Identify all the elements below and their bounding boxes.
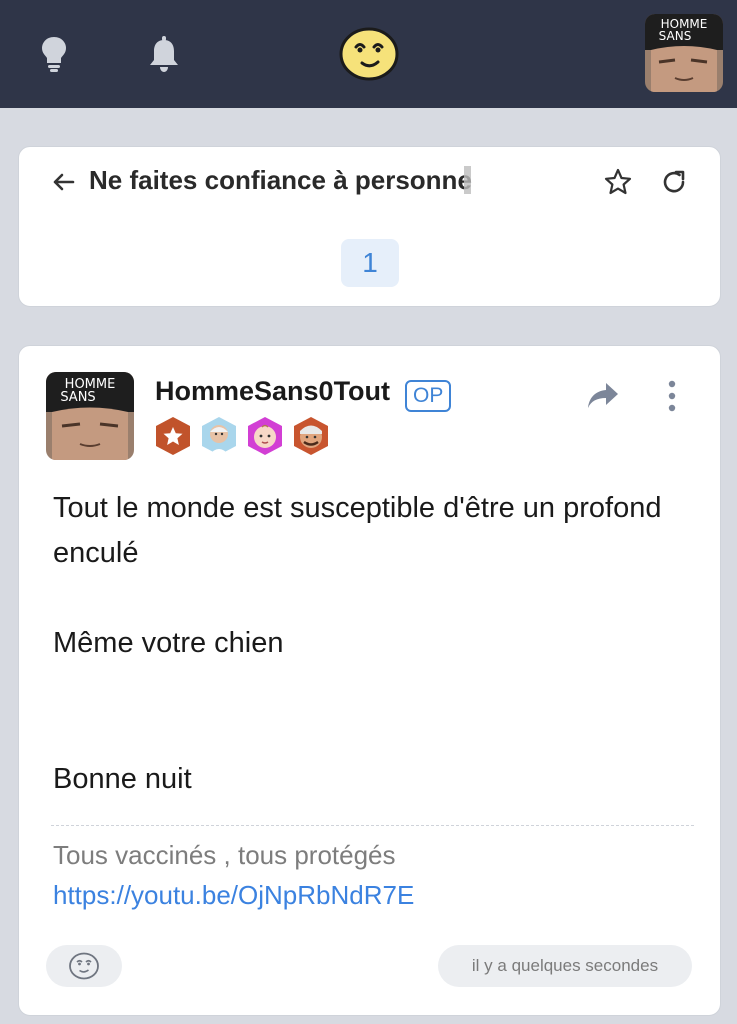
face-badge-icon	[291, 416, 331, 456]
signature-link[interactable]: https://youtu.be/OjNpRbNdR7E	[53, 880, 414, 911]
post-paragraph: Bonne nuit	[53, 763, 192, 795]
bell-icon[interactable]	[144, 32, 184, 76]
op-badge: OP	[405, 380, 452, 412]
back-arrow-icon[interactable]	[49, 167, 79, 197]
avatar-cap-text-2: SANS	[659, 29, 692, 43]
top-navigation-bar: HOMME SANS	[0, 0, 737, 108]
baby-badge-icon	[245, 416, 285, 456]
share-icon[interactable]	[585, 380, 621, 412]
refresh-icon[interactable]	[659, 167, 689, 197]
topic-title-wrapper: Ne faites confiance à personne	[89, 165, 472, 196]
author-avatar[interactable]: HOMME SANS	[46, 372, 134, 460]
more-options-icon[interactable]	[659, 378, 685, 414]
post-paragraph: Même votre chien	[53, 627, 284, 659]
post-paragraph: Tout le monde est susceptible d'être un …	[53, 492, 662, 569]
text-cursor	[463, 166, 471, 194]
post-timestamp: il y a quelques secondes	[438, 945, 692, 987]
star-icon[interactable]	[603, 167, 633, 197]
smiley-reaction-icon	[69, 952, 99, 980]
signature-text: Tous vaccinés , tous protégés	[53, 840, 396, 870]
star-badge-icon	[153, 416, 193, 456]
user-avatar[interactable]: HOMME SANS	[645, 14, 723, 92]
post-avatar-cap-text-2: SANS	[60, 390, 95, 405]
topic-title: Ne faites confiance à personne	[89, 165, 472, 195]
lightbulb-icon[interactable]	[34, 32, 74, 76]
post-content: Tout le monde est susceptible d'être un …	[53, 486, 693, 802]
smiley-logo[interactable]	[338, 26, 400, 82]
page-number-button[interactable]: 1	[341, 239, 399, 287]
reaction-button[interactable]	[46, 945, 122, 987]
author-name[interactable]: HommeSans0Tout	[155, 376, 390, 407]
old-man-badge-icon	[199, 416, 239, 456]
post-card: HOMME SANS HommeSans0Tout OP Tout le mon…	[18, 345, 721, 1016]
signature-divider	[51, 825, 694, 826]
topic-header-card: Ne faites confiance à personne 1	[18, 146, 721, 307]
